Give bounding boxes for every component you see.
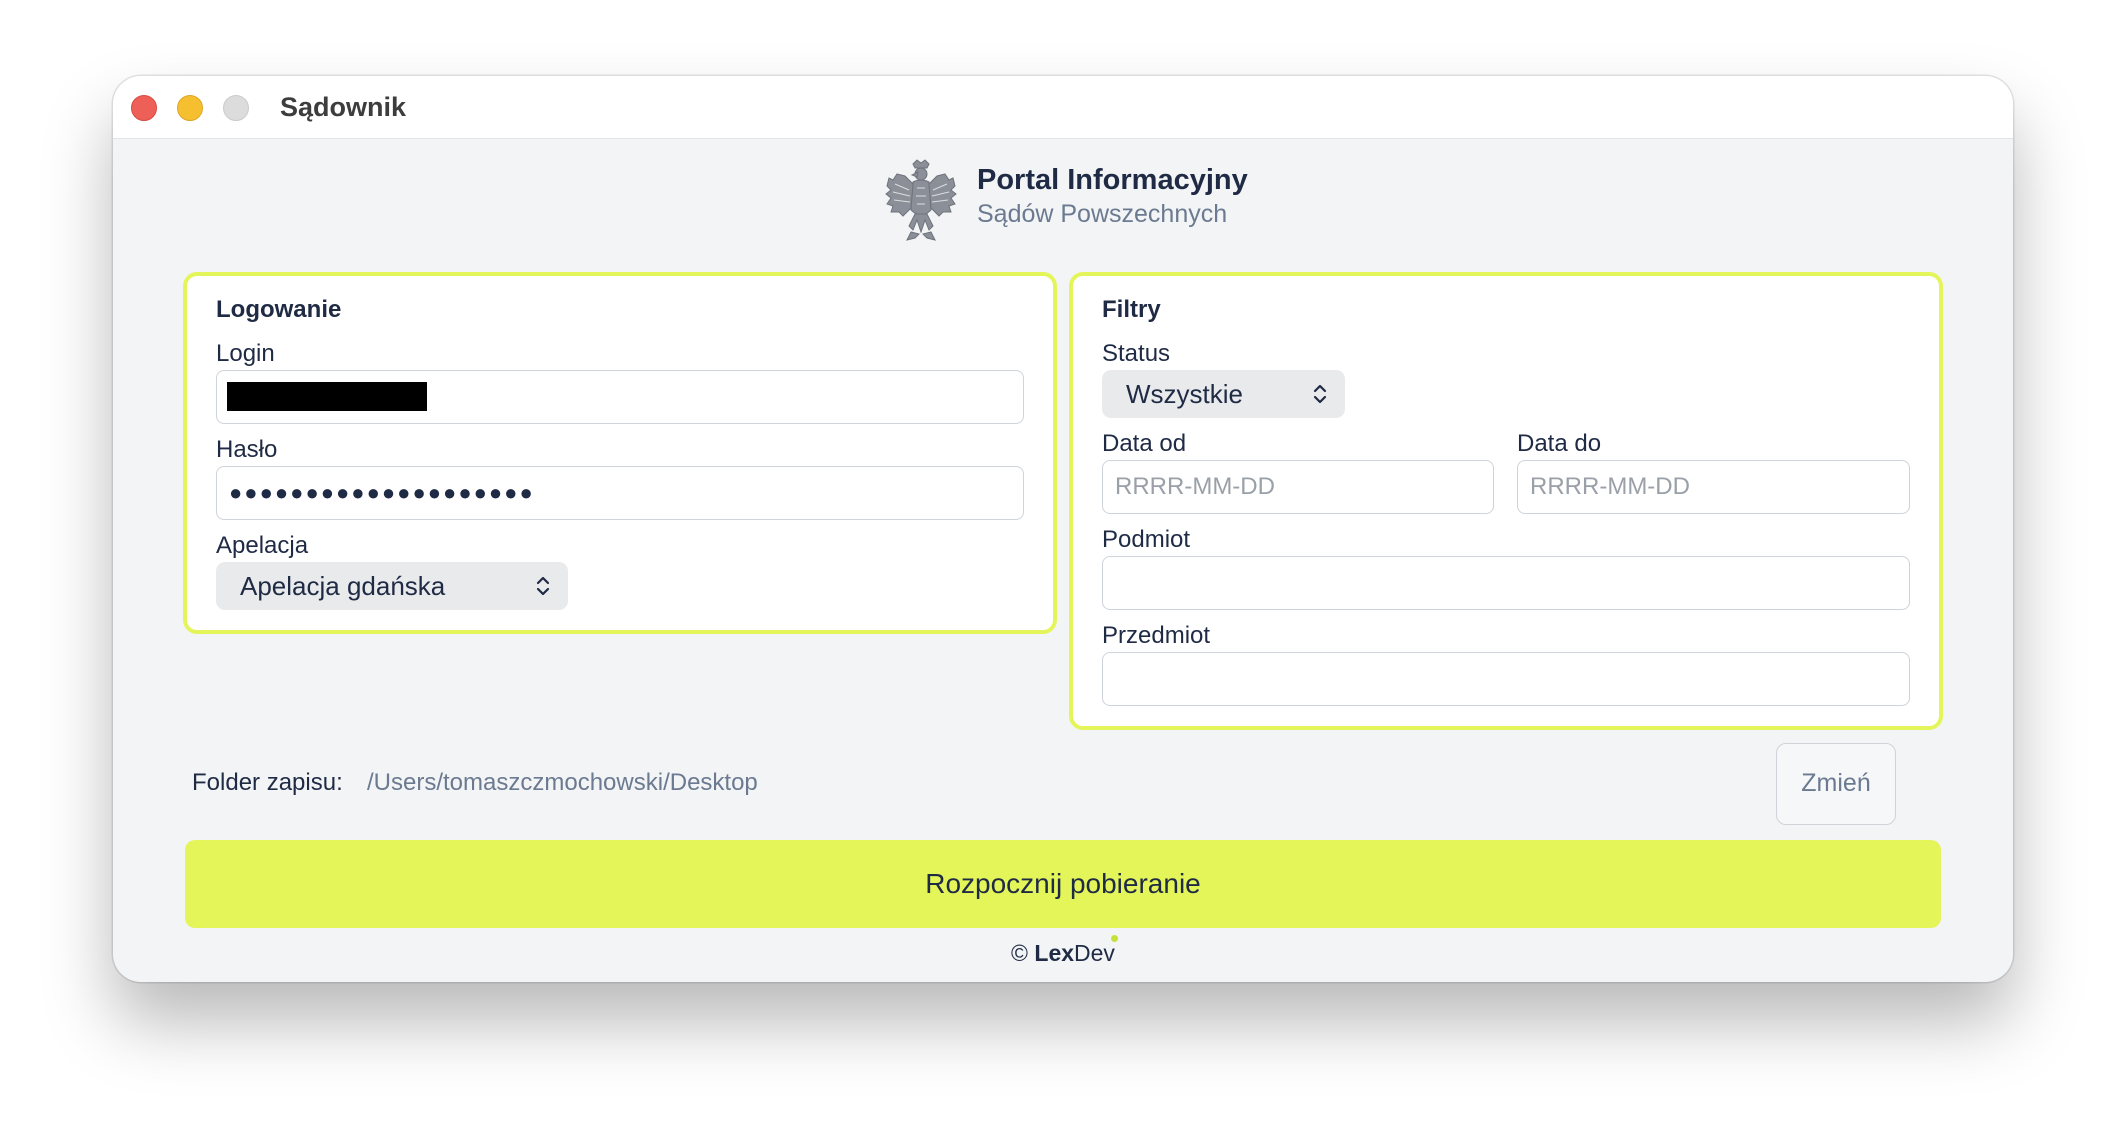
minimize-window-button[interactable] <box>177 95 203 121</box>
brand-name-bold: Lex <box>1034 940 1075 966</box>
copyright-symbol: © <box>1011 940 1028 966</box>
date-to-label: Data do <box>1517 430 1602 457</box>
redacted-login <box>227 382 427 411</box>
footer: © LexDev <box>113 935 2013 967</box>
subject-label: Podmiot <box>1102 526 1191 553</box>
date-from-label: Data od <box>1102 430 1187 457</box>
login-panel: Logowanie Login Hasło ●●●●●●●●●●●●●●●●●●… <box>183 272 1057 634</box>
password-field[interactable]: ●●●●●●●●●●●●●●●●●●●● <box>216 466 1024 520</box>
change-folder-button[interactable]: Zmień <box>1776 743 1896 825</box>
date-from-input[interactable] <box>1102 460 1494 514</box>
brand-dot-icon <box>1110 935 1118 942</box>
close-window-button[interactable] <box>131 95 157 121</box>
title-bar: Sądownik <box>113 76 2013 139</box>
chevron-up-down-icon <box>1313 384 1327 404</box>
status-selected-value: Wszystkie <box>1126 379 1243 409</box>
polish-eagle-icon <box>885 159 957 241</box>
save-folder-path: /Users/tomaszczmochowski/Desktop <box>367 769 758 796</box>
appellation-select[interactable]: Apelacja gdańska <box>216 562 568 610</box>
date-to-input[interactable] <box>1517 460 1910 514</box>
status-label: Status <box>1102 340 1171 367</box>
login-panel-title: Logowanie <box>216 296 342 323</box>
login-label: Login <box>216 340 275 367</box>
maximize-window-button[interactable] <box>223 95 249 121</box>
app-window: Sądownik Portal Informacyjny Sądów Powsz… <box>113 76 2013 982</box>
matter-input[interactable] <box>1102 652 1910 706</box>
chevron-up-down-icon <box>536 576 550 596</box>
status-select[interactable]: Wszystkie <box>1102 370 1345 418</box>
filters-panel-title: Filtry <box>1102 296 1161 323</box>
portal-subtitle: Sądów Powszechnych <box>977 200 1228 228</box>
subject-input[interactable] <box>1102 556 1910 610</box>
appellation-selected-value: Apelacja gdańska <box>240 571 446 601</box>
password-label: Hasło <box>216 436 278 463</box>
portal-header: Portal Informacyjny Sądów Powszechnych <box>113 158 2013 248</box>
appellation-label: Apelacja <box>216 532 309 559</box>
window-title: Sądownik <box>280 92 407 122</box>
matter-label: Przedmiot <box>1102 622 1211 649</box>
portal-title: Portal Informacyjny <box>977 164 1248 196</box>
filters-panel: Filtry Status Wszystkie Data od Data do … <box>1069 272 1943 730</box>
save-folder-label: Folder zapisu: <box>192 769 343 796</box>
brand-name-rest: Dev <box>1074 935 1118 966</box>
start-download-button[interactable]: Rozpocznij pobieranie <box>185 840 1941 928</box>
login-field[interactable] <box>216 370 1024 424</box>
